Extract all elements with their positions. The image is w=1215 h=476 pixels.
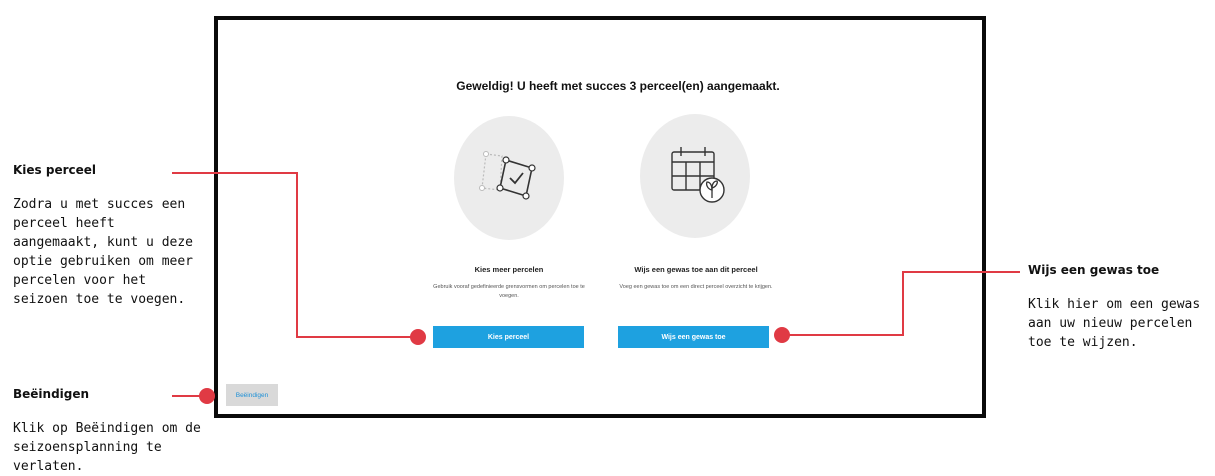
callout-dot-wijs-gewas [774,327,790,343]
annotation-beeindigen-title: Beëindigen [13,387,90,401]
annotation-kies-perceel-text: Zodra u met succes een perceel heeft aan… [13,197,194,307]
callout-line-wijs-gewas [782,271,1020,336]
annotation-wijs-gewas-text: Klik hier om een gewas aan uw nieuw perc… [1028,297,1201,350]
callout-line-kies-perceel [172,172,418,338]
annotation-wijs-gewas-title: Wijs een gewas toe [1028,263,1160,277]
callout-dot-beeindigen [199,388,215,404]
callout-dot-kies-perceel [410,329,426,345]
annotation-kies-perceel-title: Kies perceel [13,163,97,177]
annotation-beeindigen-text: Klik op Beëindigen om de seizoensplannin… [13,421,201,474]
